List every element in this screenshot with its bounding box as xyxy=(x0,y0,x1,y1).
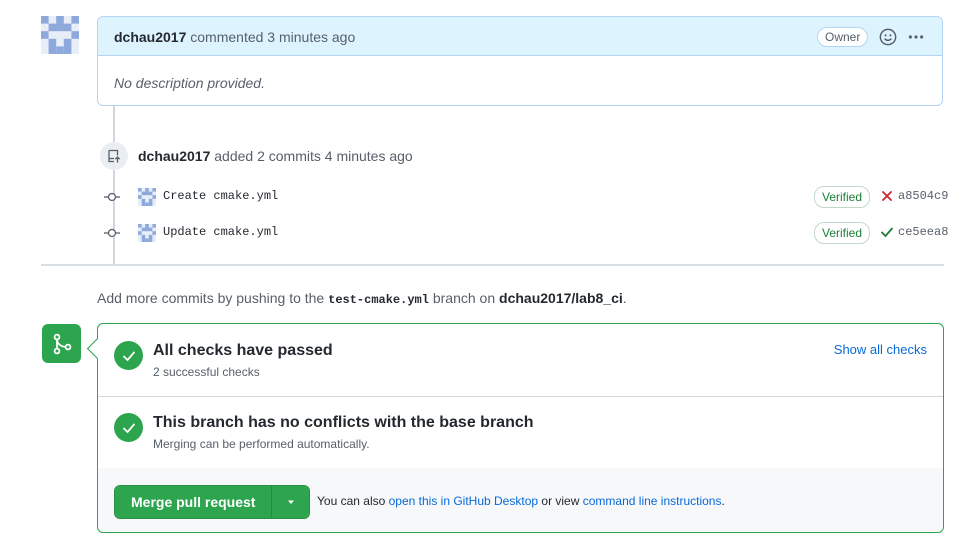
show-all-checks-link[interactable]: Show all checks xyxy=(834,342,927,357)
open-github-desktop-link[interactable]: open this in GitHub Desktop xyxy=(389,494,538,508)
checks-section: All checks have passed 2 successful chec… xyxy=(98,324,943,397)
git-commit-icon xyxy=(104,192,120,202)
comment-body: No description provided. xyxy=(114,75,265,91)
merge-pull-request-button[interactable]: Merge pull request xyxy=(115,486,272,518)
merge-status-badge xyxy=(42,324,81,363)
branch-name: test-cmake.yml xyxy=(328,293,429,307)
push-hint-suffix: . xyxy=(622,290,627,306)
verified-badge[interactable]: Verified xyxy=(814,222,871,244)
push-hint: Add more commits by pushing to the test-… xyxy=(97,290,627,307)
check-icon xyxy=(122,351,135,361)
x-icon[interactable] xyxy=(880,189,894,203)
commit-event-summary: dchau2017 added 2 commits 4 minutes ago xyxy=(138,148,413,164)
comment-timestamp[interactable]: commented 3 minutes ago xyxy=(190,29,355,45)
commit-message[interactable]: Update cmake.yml xyxy=(163,225,278,239)
conflicts-subtitle: Merging can be performed automatically. xyxy=(153,437,370,451)
also-suffix: . xyxy=(721,494,725,508)
command-line-instructions-link[interactable]: command line instructions xyxy=(583,494,722,508)
repo-push-icon xyxy=(108,149,121,163)
or-view-text: or view xyxy=(541,494,580,508)
commit-sha[interactable]: a8504c9 xyxy=(898,189,948,203)
owner-badge: Owner xyxy=(817,27,869,47)
git-merge-icon xyxy=(53,333,71,354)
kebab-icon xyxy=(908,35,924,39)
merge-actions: Merge pull request You can also open thi… xyxy=(98,468,943,532)
conflicts-title: This branch has no conflicts with the ba… xyxy=(153,414,534,431)
avatar-identicon xyxy=(41,16,79,54)
comment-author[interactable]: dchau2017 xyxy=(114,29,186,45)
commit-message[interactable]: Create cmake.yml xyxy=(163,189,278,203)
timeline-divider xyxy=(41,264,944,266)
check-icon xyxy=(122,423,135,433)
conflicts-section: This branch has no conflicts with the ba… xyxy=(98,396,943,469)
merge-method-dropdown[interactable] xyxy=(271,486,310,518)
conflicts-status-circle xyxy=(114,413,143,442)
commit-row: Update cmake.yml Verified ce5eea8 xyxy=(104,222,948,244)
comment-options-button[interactable] xyxy=(907,28,925,46)
merge-alternatives: You can also open this in GitHub Desktop… xyxy=(317,494,725,508)
merge-box: All checks have passed 2 successful chec… xyxy=(97,323,944,533)
repo-link[interactable]: dchau2017/lab8_ci xyxy=(499,290,623,306)
push-hint-middle: branch on xyxy=(432,290,496,306)
commit-event-badge xyxy=(100,142,128,170)
commit-avatar-icon[interactable] xyxy=(138,224,156,242)
verified-badge[interactable]: Verified xyxy=(814,186,871,208)
commit-row: Create cmake.yml Verified a8504c9 xyxy=(104,186,948,208)
commit-sha[interactable]: ce5eea8 xyxy=(898,225,948,239)
comment-box: dchau2017 commented 3 minutes ago Owner … xyxy=(97,16,943,106)
push-hint-prefix: Add more commits by pushing to the xyxy=(97,290,325,306)
git-commit-icon xyxy=(104,228,120,238)
commit-event-action: added 2 commits 4 minutes ago xyxy=(214,148,413,164)
checks-subtitle: 2 successful checks xyxy=(153,365,260,379)
triangle-down-icon xyxy=(287,500,294,504)
add-reaction-button[interactable] xyxy=(879,28,897,46)
commit-event-author[interactable]: dchau2017 xyxy=(138,148,210,164)
author-avatar[interactable] xyxy=(41,16,79,54)
merge-button-group: Merge pull request xyxy=(114,485,311,519)
check-icon[interactable] xyxy=(880,225,894,239)
checks-title: All checks have passed xyxy=(153,342,333,359)
commit-avatar-icon[interactable] xyxy=(138,188,156,206)
also-prefix: You can also xyxy=(317,494,386,508)
smiley-icon xyxy=(879,28,897,46)
checks-status-circle xyxy=(114,341,143,370)
comment-header: dchau2017 commented 3 minutes ago Owner xyxy=(98,17,942,56)
